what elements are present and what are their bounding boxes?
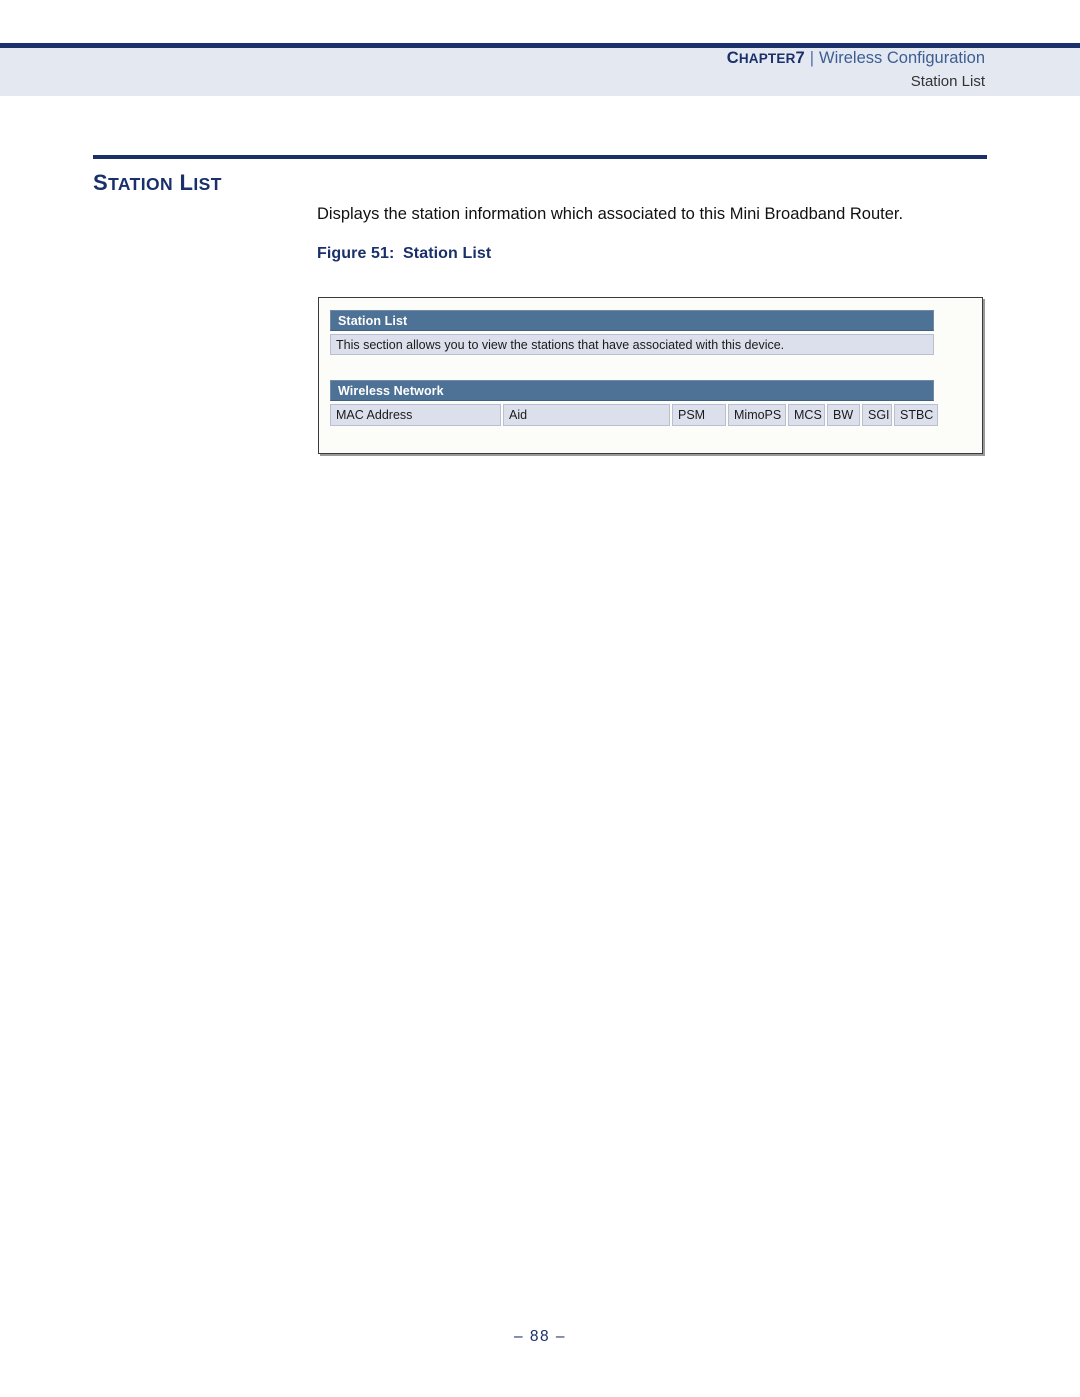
ui-section-title-wireless-network: Wireless Network xyxy=(330,380,934,401)
page-number: – 88 – xyxy=(513,1328,567,1345)
header-subtitle: Station List xyxy=(910,72,985,90)
page-title: STATION LIST xyxy=(93,170,222,196)
column-header-stbc[interactable]: STBC xyxy=(894,404,938,426)
figure-image-station-list: Station List This section allows you to … xyxy=(318,297,983,454)
router-ui-panel: Station List This section allows you to … xyxy=(330,310,938,426)
column-header-aid[interactable]: Aid xyxy=(503,404,670,426)
column-header-mac-address[interactable]: MAC Address xyxy=(330,404,501,426)
section-rule xyxy=(93,155,987,159)
column-header-bw[interactable]: BW xyxy=(827,404,860,426)
section-title-initial: S xyxy=(93,170,109,195)
section-title-rest-2: IST xyxy=(193,174,222,194)
chapter-word: CHAPTER xyxy=(727,49,796,67)
station-list-table-header-row: MAC Address Aid PSM MimoPS MCS BW SGI ST… xyxy=(330,404,938,426)
running-header: CHAPTER7 | Wireless Configuration Station … xyxy=(727,50,985,89)
body-column: Displays the station information which a… xyxy=(317,203,965,263)
figure-caption-text: Station List xyxy=(403,245,492,263)
section-title-rest-1: TATION xyxy=(108,174,174,194)
figure-caption-number: Figure 51: xyxy=(317,245,395,263)
intro-paragraph: Displays the station information which a… xyxy=(317,205,904,223)
ui-spacer xyxy=(330,355,934,380)
column-header-psm[interactable]: PSM xyxy=(672,404,726,426)
header-separator: | xyxy=(809,49,815,67)
chapter-word-initial: C xyxy=(726,49,739,67)
ui-panel-title: Station List xyxy=(330,310,934,331)
header-topic: Wireless Configuration xyxy=(819,49,985,67)
ui-panel-description: This section allows you to view the stat… xyxy=(330,334,934,355)
column-header-sgi[interactable]: SGI xyxy=(862,404,892,426)
chapter-word-rest: HAPTER xyxy=(738,51,796,66)
column-header-mcs[interactable]: MCS xyxy=(788,404,825,426)
column-header-mimops[interactable]: MimoPS xyxy=(728,404,786,426)
header-chapter-line: CHAPTER7 | Wireless Configuration xyxy=(727,50,985,67)
section-title-cap-2: L xyxy=(179,170,194,195)
chapter-number: 7 xyxy=(795,49,805,67)
figure-caption: Figure 51: Station List xyxy=(317,245,965,263)
